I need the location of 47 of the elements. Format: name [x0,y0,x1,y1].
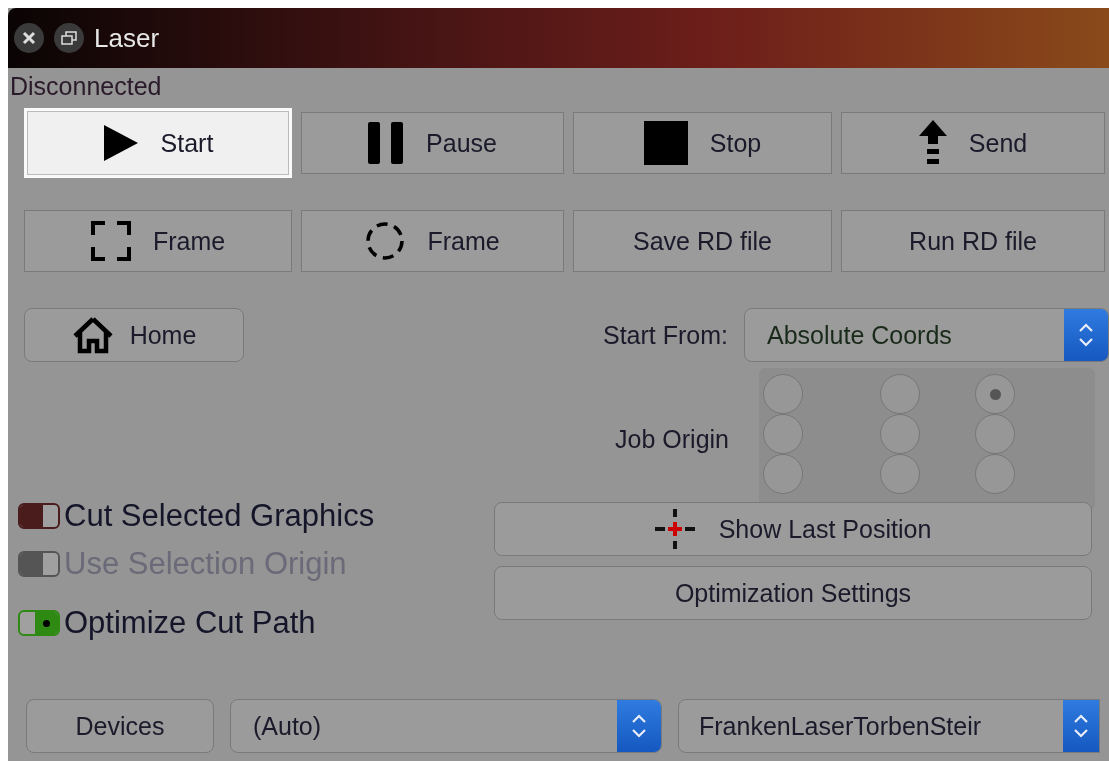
show-last-position-button[interactable]: Show Last Position [494,502,1092,556]
origin-radio[interactable] [880,374,920,414]
control-button[interactable]: Stop [573,112,832,174]
origin-radio[interactable] [880,414,920,454]
devices-button[interactable]: Devices [26,699,214,753]
connection-status: Disconnected [9,71,163,102]
control-button[interactable]: Pause [301,112,564,174]
option-label: Cut Selected Graphics [64,498,375,534]
origin-radio[interactable] [880,454,920,494]
optimization-settings-button[interactable]: Optimization Settings [494,566,1092,620]
port-select[interactable]: (Auto) [230,699,662,753]
origin-radio[interactable] [975,454,1015,494]
frame-button[interactable]: Save RD file [573,210,832,272]
control-button[interactable]: Send [841,112,1105,174]
close-icon [22,31,36,45]
window-title: Laser [94,22,160,54]
crosshair-icon [654,509,695,549]
origin-radio[interactable] [763,374,803,414]
frame-button[interactable]: Run RD file [841,210,1105,272]
option-toggle[interactable] [18,610,60,636]
upload-icon [918,120,947,166]
restore-button[interactable] [54,23,84,53]
device-select[interactable]: FrankenLaserTorbenSteir [678,699,1100,753]
origin-radio[interactable] [763,454,803,494]
stepper-icon [1077,321,1095,349]
restore-icon [61,31,77,45]
dashed-circle-icon [365,221,406,261]
option-toggle[interactable] [18,503,60,529]
start-from-select[interactable]: Absolute Coords [744,308,1109,362]
option-label: Optimize Cut Path [64,605,316,641]
stepper-icon [630,712,648,740]
control-button[interactable]: Start [24,108,292,178]
home-icon [71,316,114,354]
stepper-icon [1072,712,1090,740]
job-origin-label: Job Origin [615,424,729,454]
origin-radio[interactable] [763,414,803,454]
origin-radio[interactable] [975,414,1015,454]
frame-button[interactable]: Frame [301,210,564,272]
origin-radio[interactable] [975,374,1015,414]
pause-icon [368,122,405,164]
home-button[interactable]: Home [24,308,244,362]
frame-icon [90,221,131,261]
stop-icon [643,121,688,165]
frame-button[interactable]: Frame [24,210,292,272]
play-icon [102,124,139,162]
start-from-label: Start From: [603,320,728,350]
close-button[interactable] [14,23,44,53]
